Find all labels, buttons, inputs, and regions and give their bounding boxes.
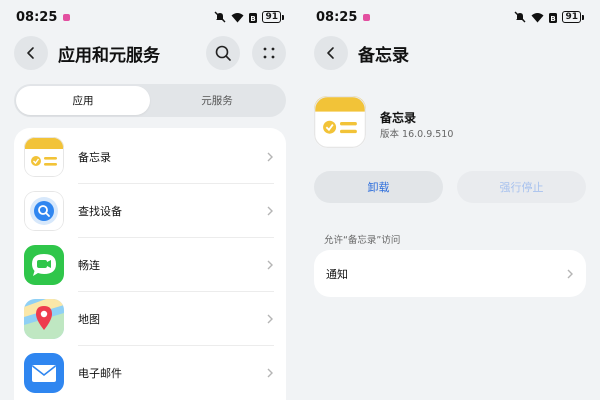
chevron-right-icon: [267, 152, 273, 162]
app-name: 电子邮件: [78, 367, 122, 380]
battery-icon: 91: [562, 11, 584, 23]
back-arrow-icon: [327, 47, 334, 59]
more-dots-icon: [263, 47, 275, 59]
status-bar: 08:25 B 91: [300, 0, 600, 34]
battery-level: 91: [562, 11, 581, 23]
force-stop-button[interactable]: 强行停止: [457, 171, 586, 203]
map-pin-icon: [24, 299, 64, 339]
app-name: 地图: [78, 313, 100, 326]
chevron-right-icon: [267, 260, 273, 270]
notification-dot-icon: [63, 13, 71, 21]
permission-section-label: 允许“备忘录”访问: [324, 235, 401, 246]
detail-app-name: 备忘录: [380, 111, 417, 125]
list-item-find-device[interactable]: 查找设备: [14, 184, 286, 238]
mute-icon: [514, 11, 526, 23]
app-name: 畅连: [78, 259, 100, 272]
header: 备忘录: [314, 36, 586, 70]
meetime-icon: [24, 245, 64, 285]
app-list-screen: 08:25 B 91 应用和元服务 应用 元服务 备忘录 查找设备 畅连 地图 …: [0, 0, 300, 400]
svg-text:B: B: [551, 15, 556, 23]
chevron-right-icon: [267, 368, 273, 378]
tab-apps[interactable]: 应用: [16, 86, 150, 115]
tab-atomic-services[interactable]: 元服务: [150, 86, 284, 115]
page-title: 备忘录: [358, 45, 409, 66]
permission-label: 通知: [326, 267, 348, 281]
app-name: 查找设备: [78, 205, 122, 218]
app-list: 备忘录 查找设备 畅连 地图 电子邮件: [14, 128, 286, 400]
notification-dot-icon: [363, 13, 371, 21]
detail-app-version: 版本 16.0.9.510: [380, 129, 454, 140]
back-button[interactable]: [314, 36, 348, 70]
segmented-tabs: 应用 元服务: [14, 84, 286, 117]
back-arrow-icon: [27, 47, 34, 59]
signal-icon: B: [249, 12, 258, 23]
battery-level: 91: [262, 11, 281, 23]
status-bar: 08:25 B 91: [0, 0, 300, 34]
list-item-notepad[interactable]: 备忘录: [14, 130, 286, 184]
search-icon: [215, 45, 231, 61]
mail-icon: [24, 353, 64, 393]
app-detail-screen: 08:25 B 91 备忘录 备忘录 版本 16.0.9.510 卸载 强行停止…: [300, 0, 600, 400]
wifi-icon: [231, 12, 244, 22]
app-name: 备忘录: [78, 151, 111, 164]
list-item-meetime[interactable]: 畅连: [14, 238, 286, 292]
notepad-icon: [24, 137, 64, 177]
status-time: 08:25: [316, 9, 358, 25]
list-item-email[interactable]: 电子邮件: [14, 346, 286, 400]
header: 应用和元服务: [14, 36, 286, 70]
find-device-icon: [24, 191, 64, 231]
more-button[interactable]: [252, 36, 286, 70]
permission-item-notifications[interactable]: 通知: [314, 250, 586, 297]
page-title: 应用和元服务: [58, 45, 160, 66]
mute-icon: [214, 11, 226, 23]
svg-text:B: B: [251, 15, 256, 23]
chevron-right-icon: [567, 269, 573, 278]
chevron-right-icon: [267, 314, 273, 324]
signal-icon: B: [549, 12, 558, 23]
list-item-maps[interactable]: 地图: [14, 292, 286, 346]
wifi-icon: [531, 12, 544, 22]
search-button[interactable]: [206, 36, 240, 70]
notepad-icon: [314, 96, 366, 148]
battery-icon: 91: [262, 11, 284, 23]
back-button[interactable]: [14, 36, 48, 70]
status-time: 08:25: [16, 9, 58, 25]
chevron-right-icon: [267, 206, 273, 216]
uninstall-button[interactable]: 卸载: [314, 171, 443, 203]
